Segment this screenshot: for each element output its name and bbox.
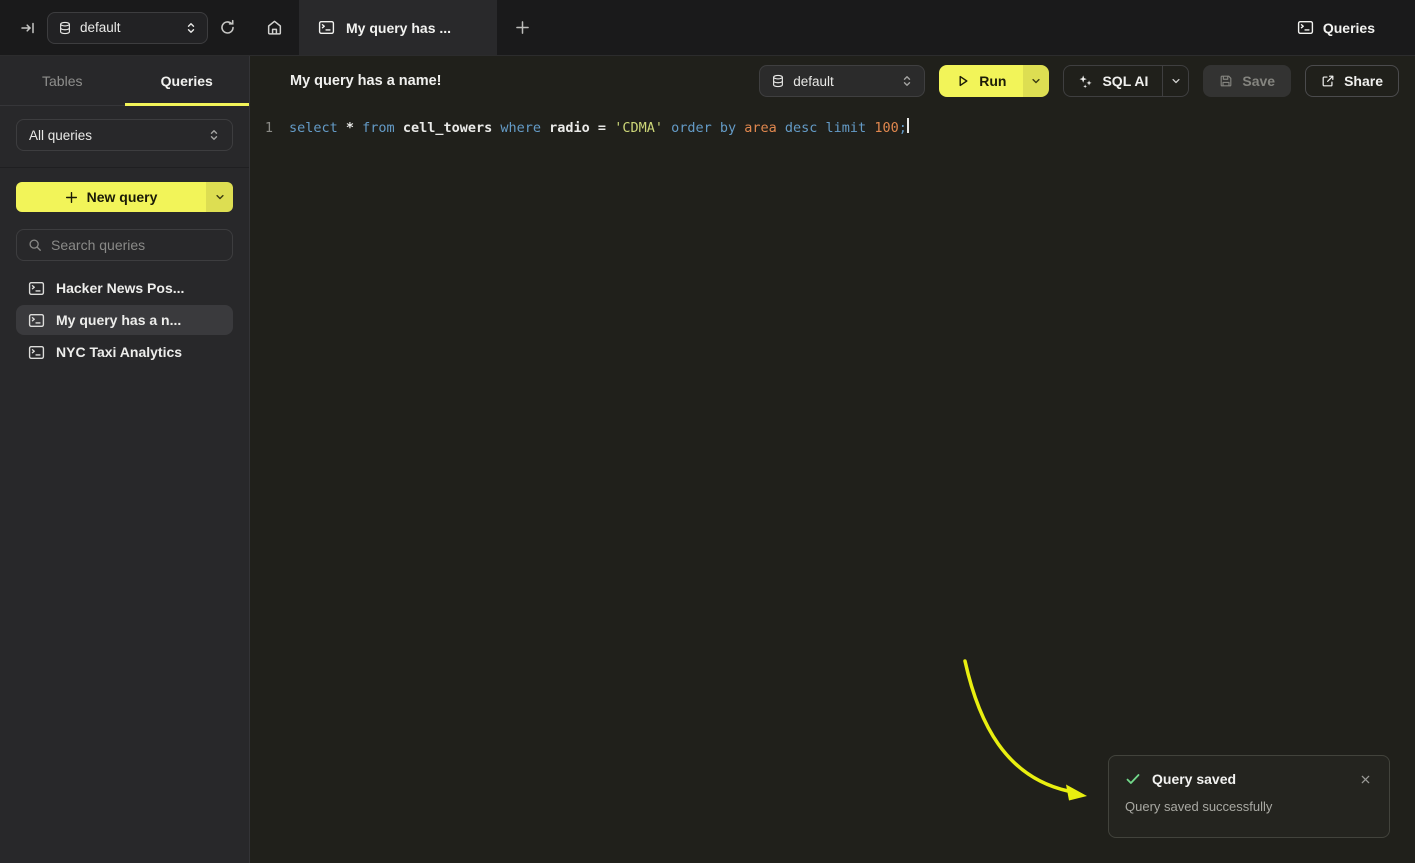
sidebar: Tables Queries All queries New query — [0, 56, 250, 863]
sidebar-tabs: Tables Queries — [0, 56, 249, 106]
queries-button-label: Queries — [1323, 20, 1375, 36]
sql-ai-button[interactable]: SQL AI — [1064, 66, 1162, 96]
chevron-down-icon — [1171, 76, 1181, 86]
new-query-label: New query — [87, 189, 158, 205]
query-item-label: Hacker News Pos... — [56, 280, 184, 296]
query-icon — [318, 19, 335, 36]
database-selector-value: default — [793, 74, 893, 89]
chevron-down-icon — [215, 192, 225, 202]
queries-button[interactable]: Queries — [1297, 0, 1415, 55]
database-icon — [771, 74, 785, 88]
run-button-label: Run — [979, 73, 1006, 89]
search-queries-input[interactable] — [51, 237, 232, 253]
share-button[interactable]: Share — [1305, 65, 1399, 97]
share-icon — [1321, 74, 1335, 88]
query-filter-section: All queries — [0, 106, 249, 168]
updown-chevrons-icon — [901, 75, 913, 87]
tab-tables-label: Tables — [42, 73, 82, 89]
run-split-button: Run — [939, 65, 1049, 97]
query-filter-select[interactable]: All queries — [16, 119, 233, 151]
check-icon — [1125, 771, 1141, 787]
query-item-label: My query has a n... — [56, 312, 181, 328]
database-icon — [58, 21, 72, 35]
sparkles-icon — [1078, 74, 1093, 89]
tab-queries-label: Queries — [161, 73, 213, 89]
query-title: My query has a name! — [290, 73, 759, 89]
line-number: 1 — [250, 118, 273, 138]
tab-queries[interactable]: Queries — [125, 56, 250, 105]
toast-message: Query saved successfully — [1125, 799, 1373, 814]
new-tab-plus-icon[interactable] — [497, 0, 547, 55]
tab-tables[interactable]: Tables — [0, 56, 125, 105]
run-button[interactable]: Run — [939, 65, 1023, 97]
toast-query-saved: Query saved Query saved successfully — [1108, 755, 1390, 838]
toast-header: Query saved — [1125, 771, 1373, 787]
database-selector-value: default — [80, 20, 177, 35]
sql-ai-split-button: SQL AI — [1063, 65, 1189, 97]
sql-code-line[interactable]: 1 select * from cell_towers where radio … — [250, 118, 1415, 138]
sql-ai-label: SQL AI — [1102, 73, 1148, 89]
chevron-down-icon — [1031, 76, 1041, 86]
plus-icon — [65, 191, 78, 204]
refresh-icon[interactable] — [219, 19, 236, 36]
save-button-label: Save — [1242, 73, 1275, 89]
home-icon[interactable] — [250, 0, 299, 55]
sql-editor[interactable]: 1 select * from cell_towers where radio … — [250, 106, 1415, 138]
query-icon — [28, 280, 45, 297]
save-icon — [1219, 74, 1233, 88]
search-icon — [28, 238, 42, 252]
save-button[interactable]: Save — [1203, 65, 1291, 97]
main-panel: My query has a name! default Run — [250, 56, 1415, 863]
query-header: My query has a name! default Run — [250, 56, 1415, 106]
toast-title: Query saved — [1152, 771, 1347, 787]
query-item-label: NYC Taxi Analytics — [56, 344, 182, 360]
new-query-button[interactable]: New query — [16, 182, 206, 212]
run-dropdown-button[interactable] — [1023, 65, 1049, 97]
text-cursor — [907, 118, 909, 133]
query-icon — [28, 312, 45, 329]
top-bar-left: default — [0, 0, 250, 55]
search-queries-box — [16, 229, 233, 261]
query-toolbar: default Run — [759, 65, 1399, 97]
updown-chevrons-icon — [208, 129, 220, 141]
query-filter-value: All queries — [29, 128, 92, 143]
collapse-sidebar-icon[interactable] — [20, 20, 36, 36]
query-list-item-selected[interactable]: My query has a n... — [16, 305, 233, 335]
query-list-item[interactable]: NYC Taxi Analytics — [16, 337, 233, 367]
sidebar-body: New query Hacker News Pos... — [0, 168, 249, 367]
new-query-dropdown-button[interactable] — [206, 182, 233, 212]
query-icon — [1297, 19, 1314, 36]
updown-chevrons-icon — [185, 22, 197, 34]
sql-ai-dropdown-button[interactable] — [1162, 66, 1188, 96]
new-query-split-button: New query — [16, 182, 233, 212]
query-list-item[interactable]: Hacker News Pos... — [16, 273, 233, 303]
close-icon[interactable] — [1358, 772, 1373, 787]
database-selector[interactable]: default — [759, 65, 925, 97]
tab-label: My query has ... — [346, 20, 451, 36]
query-icon — [28, 344, 45, 361]
play-icon — [956, 74, 970, 88]
tab-my-query[interactable]: My query has ... — [299, 0, 497, 55]
database-selector[interactable]: default — [47, 12, 208, 44]
top-bar: default My query has ... Queries — [0, 0, 1415, 56]
tab-strip: My query has ... — [250, 0, 1297, 55]
query-list: Hacker News Pos... My query has a n... N… — [16, 273, 233, 367]
share-button-label: Share — [1344, 73, 1383, 89]
sql-code: select * from cell_towers where radio = … — [289, 118, 907, 138]
